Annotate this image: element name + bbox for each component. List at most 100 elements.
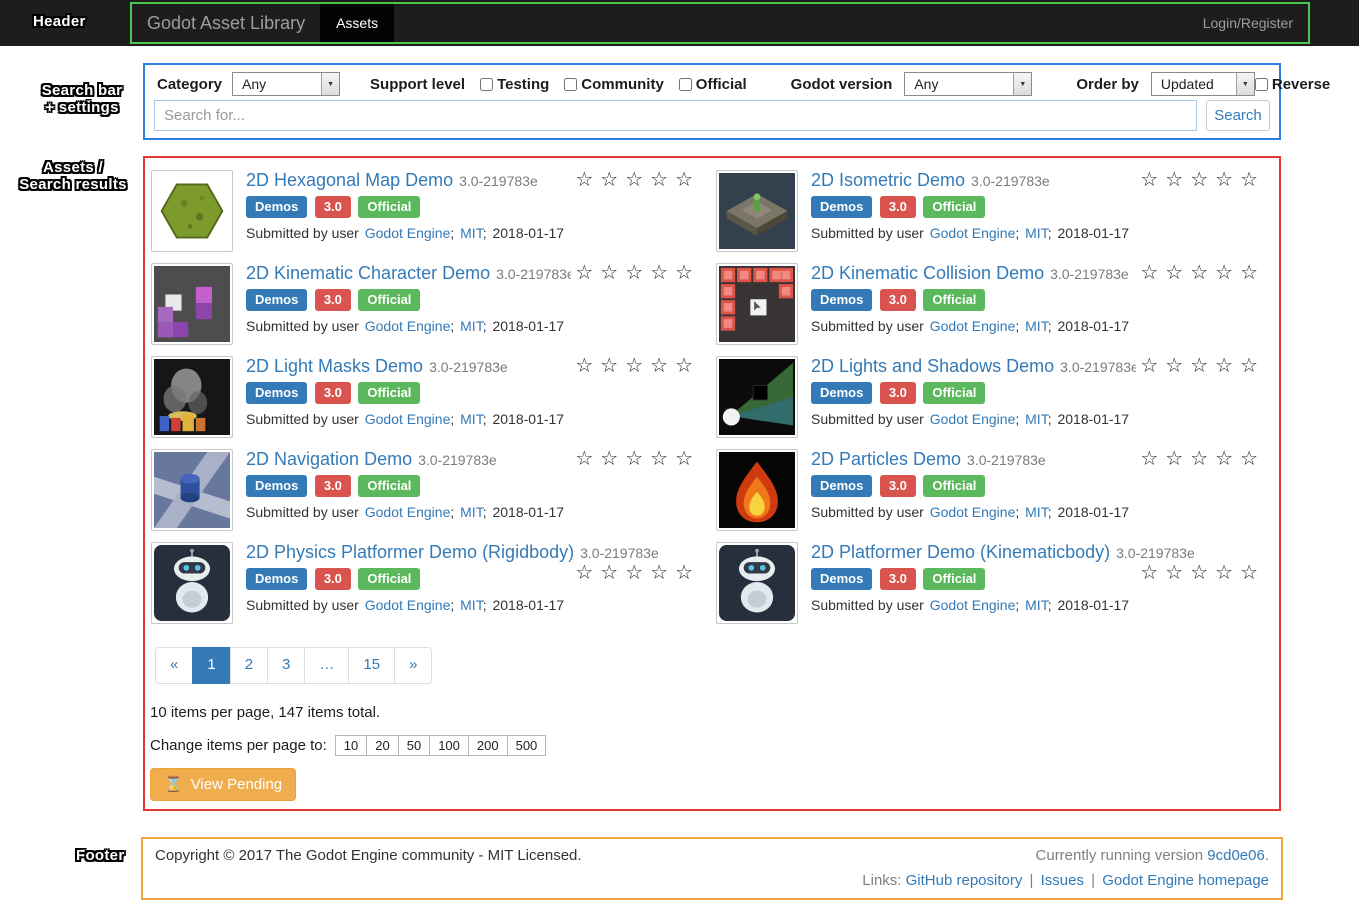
submitted-line: Submitted by user Godot Engine; MIT; 201… <box>811 504 1265 520</box>
author-link[interactable]: Godot Engine <box>930 504 1016 520</box>
annotation-footer-label: Footer <box>76 847 124 864</box>
issues-link[interactable]: Issues <box>1041 872 1084 889</box>
support-testing-option[interactable]: Testing <box>480 76 549 93</box>
category-badge[interactable]: Demos <box>811 196 872 218</box>
asset-title-link[interactable]: 2D Platformer Demo (Kinematicbody) <box>811 542 1110 562</box>
brand-link[interactable]: Godot Asset Library <box>132 4 320 42</box>
support-official-option[interactable]: Official <box>679 76 747 93</box>
reverse-checkbox[interactable] <box>1255 78 1268 91</box>
submitted-prefix: Submitted by user <box>811 597 924 613</box>
asset-title-link[interactable]: 2D Isometric Demo <box>811 170 965 190</box>
community-checkbox[interactable] <box>564 78 577 91</box>
godot-engine-homepage-link[interactable]: Godot Engine homepage <box>1102 872 1269 889</box>
category-badge[interactable]: Demos <box>811 382 872 404</box>
asset-title-link[interactable]: 2D Kinematic Collision Demo <box>811 263 1044 283</box>
order-by-select[interactable]: Updated ▼ <box>1151 72 1255 96</box>
author-link[interactable]: Godot Engine <box>930 597 1016 613</box>
asset-thumbnail[interactable] <box>151 449 233 531</box>
category-select[interactable]: Any ▼ <box>232 72 340 96</box>
per-page-500-button[interactable]: 500 <box>507 735 547 756</box>
author-link[interactable]: Godot Engine <box>365 504 451 520</box>
asset-thumbnail[interactable] <box>151 170 233 252</box>
author-link[interactable]: Godot Engine <box>365 225 451 241</box>
license-link[interactable]: MIT <box>460 411 483 427</box>
asset-thumbnail[interactable] <box>151 356 233 438</box>
per-page-200-button[interactable]: 200 <box>468 735 508 756</box>
search-input[interactable] <box>154 100 1197 131</box>
submitted-date: 2018-01-17 <box>1057 225 1129 241</box>
author-link[interactable]: Godot Engine <box>365 597 451 613</box>
asset-title-link[interactable]: 2D Lights and Shadows Demo <box>811 356 1054 376</box>
official-checkbox[interactable] <box>679 78 692 91</box>
author-link[interactable]: Godot Engine <box>930 318 1016 334</box>
pagination-next[interactable]: » <box>394 647 432 684</box>
asset-title-link[interactable]: 2D Hexagonal Map Demo <box>246 170 453 190</box>
godot-version-badge: 3.0 <box>315 568 351 590</box>
category-badge[interactable]: Demos <box>811 289 872 311</box>
asset-title-link[interactable]: 2D Light Masks Demo <box>246 356 423 376</box>
support-community-option[interactable]: Community <box>564 76 664 93</box>
godot-version-select[interactable]: Any ▼ <box>904 72 1032 96</box>
license-link[interactable]: MIT <box>1025 504 1048 520</box>
asset-info: ☆☆☆☆☆ 2D Platformer Demo (Kinematicbody)… <box>811 542 1265 623</box>
license-link[interactable]: MIT <box>1025 597 1048 613</box>
category-badge[interactable]: Demos <box>246 289 307 311</box>
license-link[interactable]: MIT <box>460 504 483 520</box>
asset-title-link[interactable]: 2D Particles Demo <box>811 449 961 469</box>
testing-checkbox[interactable] <box>480 78 493 91</box>
submitted-line: Submitted by user Godot Engine; MIT; 201… <box>246 318 700 334</box>
pagination-page-3[interactable]: 3 <box>267 647 305 684</box>
license-link[interactable]: MIT <box>460 318 483 334</box>
author-link[interactable]: Godot Engine <box>930 225 1016 241</box>
author-link[interactable]: Godot Engine <box>365 318 451 334</box>
nav-tab-assets[interactable]: Assets <box>320 4 394 42</box>
header: Header Godot Asset Library Assets Login/… <box>0 0 1359 46</box>
author-link[interactable]: Godot Engine <box>930 411 1016 427</box>
category-badge[interactable]: Demos <box>246 475 307 497</box>
per-page-100-button[interactable]: 100 <box>429 735 469 756</box>
per-page-50-button[interactable]: 50 <box>398 735 430 756</box>
order-by-selected-value: Updated <box>1152 73 1236 95</box>
license-link[interactable]: MIT <box>1025 411 1048 427</box>
submitted-prefix: Submitted by user <box>246 225 359 241</box>
category-badge[interactable]: Demos <box>246 382 307 404</box>
license-link[interactable]: MIT <box>460 597 483 613</box>
per-page-20-button[interactable]: 20 <box>366 735 398 756</box>
license-link[interactable]: MIT <box>1025 318 1048 334</box>
category-badge[interactable]: Demos <box>811 475 872 497</box>
support-level-badge: Official <box>923 382 985 404</box>
asset-thumbnail[interactable] <box>716 263 798 345</box>
asset-title-link[interactable]: 2D Navigation Demo <box>246 449 412 469</box>
login-register-link[interactable]: Login/Register <box>1188 4 1308 42</box>
github-repository-link[interactable]: GitHub repository <box>906 872 1023 889</box>
asset-thumbnail[interactable] <box>151 542 233 624</box>
testing-label: Testing <box>497 76 549 93</box>
pagination-prev[interactable]: « <box>155 647 193 684</box>
footer-links: Links: GitHub repository | Issues | Godo… <box>155 872 1269 889</box>
asset-thumbnail[interactable] <box>716 542 798 624</box>
reverse-label: Reverse <box>1272 76 1330 93</box>
submitted-prefix: Submitted by user <box>246 411 359 427</box>
search-button[interactable]: Search <box>1206 100 1270 131</box>
category-badge[interactable]: Demos <box>811 568 872 590</box>
pagination-page-2[interactable]: 2 <box>230 647 268 684</box>
asset-thumbnail[interactable] <box>716 449 798 531</box>
per-page-10-button[interactable]: 10 <box>335 735 367 756</box>
pagination-page-1[interactable]: 1 <box>192 647 230 684</box>
asset-thumbnail[interactable] <box>151 263 233 345</box>
view-pending-button[interactable]: ⌛ View Pending <box>150 768 296 801</box>
author-link[interactable]: Godot Engine <box>365 411 451 427</box>
reverse-option[interactable]: Reverse <box>1255 76 1330 93</box>
asset-title-link[interactable]: 2D Kinematic Character Demo <box>246 263 490 283</box>
license-link[interactable]: MIT <box>1025 225 1048 241</box>
pagination-page-15[interactable]: 15 <box>348 647 395 684</box>
version-commit-link[interactable]: 9cd0e06 <box>1207 847 1265 864</box>
asset-thumbnail[interactable] <box>716 170 798 252</box>
category-badge[interactable]: Demos <box>246 196 307 218</box>
license-link[interactable]: MIT <box>460 225 483 241</box>
category-badge[interactable]: Demos <box>246 568 307 590</box>
light-masks-image <box>154 359 230 435</box>
asset-title-link[interactable]: 2D Physics Platformer Demo (Rigidbody) <box>246 542 574 562</box>
support-level-badge: Official <box>923 289 985 311</box>
asset-thumbnail[interactable] <box>716 356 798 438</box>
